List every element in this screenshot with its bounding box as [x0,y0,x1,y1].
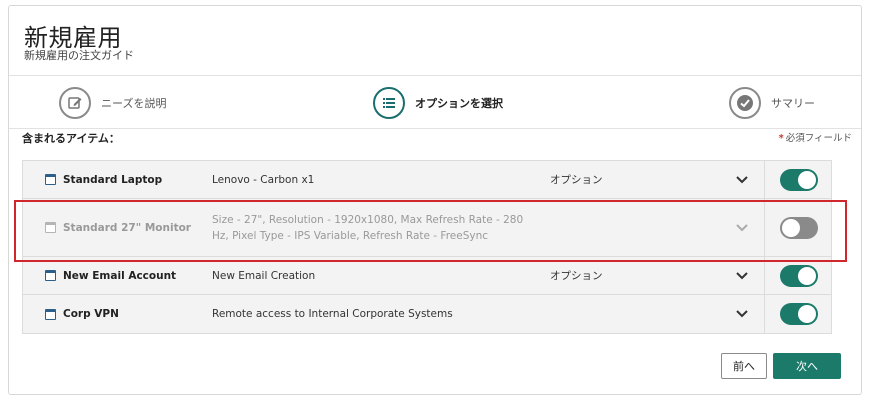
chevron-down-icon[interactable] [735,221,749,235]
chevron-down-icon[interactable] [735,173,749,187]
calendar-icon [45,222,56,233]
item-option: オプション [550,270,603,282]
calendar-icon [45,270,56,281]
next-button[interactable]: 次へ [773,353,841,379]
included-items-label: 含まれるアイテム： [22,132,120,145]
required-star: * [778,133,784,144]
toggle-knob [797,305,816,323]
edit-icon [59,87,91,119]
item-option: オプション [550,174,603,186]
toggle-knob [797,170,816,189]
item-name: Corp VPN [45,308,119,320]
page-subtitle: 新規雇用の注文ガイド [24,49,134,62]
required-fields-note: * 必須フィールド [779,130,852,144]
required-note-text: 必須フィールド [785,133,852,144]
table-row: Standard Laptop Lenovo - Carbon x1 オプション [23,161,831,199]
include-toggle[interactable] [779,216,818,239]
item-name-text: New Email Account [63,269,177,282]
item-name-text: Standard 27" Monitor [63,221,191,234]
calendar-icon [45,308,56,320]
list-icon [373,87,405,119]
item-name: Standard 27" Monitor [45,222,191,234]
items-table: Standard Laptop Lenovo - Carbon x1 オプション… [22,160,832,334]
toggle-knob [797,266,816,285]
step-label: サマリー [771,97,815,110]
table-row: Standard 27" Monitor Size - 27", Resolut… [23,199,831,257]
item-name: New Email Account [45,270,176,282]
page-header: 新規雇用 新規雇用の注文ガイド [9,6,861,76]
toggle-cell [764,295,832,333]
toggle-cell [764,199,832,256]
toggle-cell [764,257,832,294]
toggle-knob [781,218,800,237]
item-description: Remote access to Internal Corporate Syst… [212,308,453,320]
item-name: Standard Laptop [45,174,162,186]
table-row: Corp VPN Remote access to Internal Corpo… [23,295,831,333]
check-icon [729,87,761,119]
item-description: New Email Creation [212,269,316,282]
calendar-icon [45,174,56,185]
step-select-options[interactable]: オプションを選択 [373,86,503,120]
step-label: オプションを選択 [415,97,503,110]
chevron-down-icon[interactable] [735,269,749,283]
prev-button[interactable]: 前へ [721,353,767,379]
item-name-text: Corp VPN [63,308,119,320]
include-toggle[interactable] [779,264,818,287]
item-description: Lenovo - Carbon x1 [212,173,315,186]
toggle-cell [764,161,832,198]
step-summary[interactable]: サマリー [729,86,815,120]
table-row: New Email Account New Email Creation オプシ… [23,257,831,295]
wizard-steps: ニーズを説明 オプションを選択 サマリー [9,77,861,129]
item-description: Size - 27", Resolution - 1920x1080, Max … [212,213,524,242]
include-toggle[interactable] [779,168,818,191]
chevron-down-icon[interactable] [735,307,749,321]
include-toggle[interactable] [779,303,818,325]
step-describe-needs[interactable]: ニーズを説明 [59,86,166,120]
step-label: ニーズを説明 [101,97,167,110]
item-name-text: Standard Laptop [63,173,163,186]
